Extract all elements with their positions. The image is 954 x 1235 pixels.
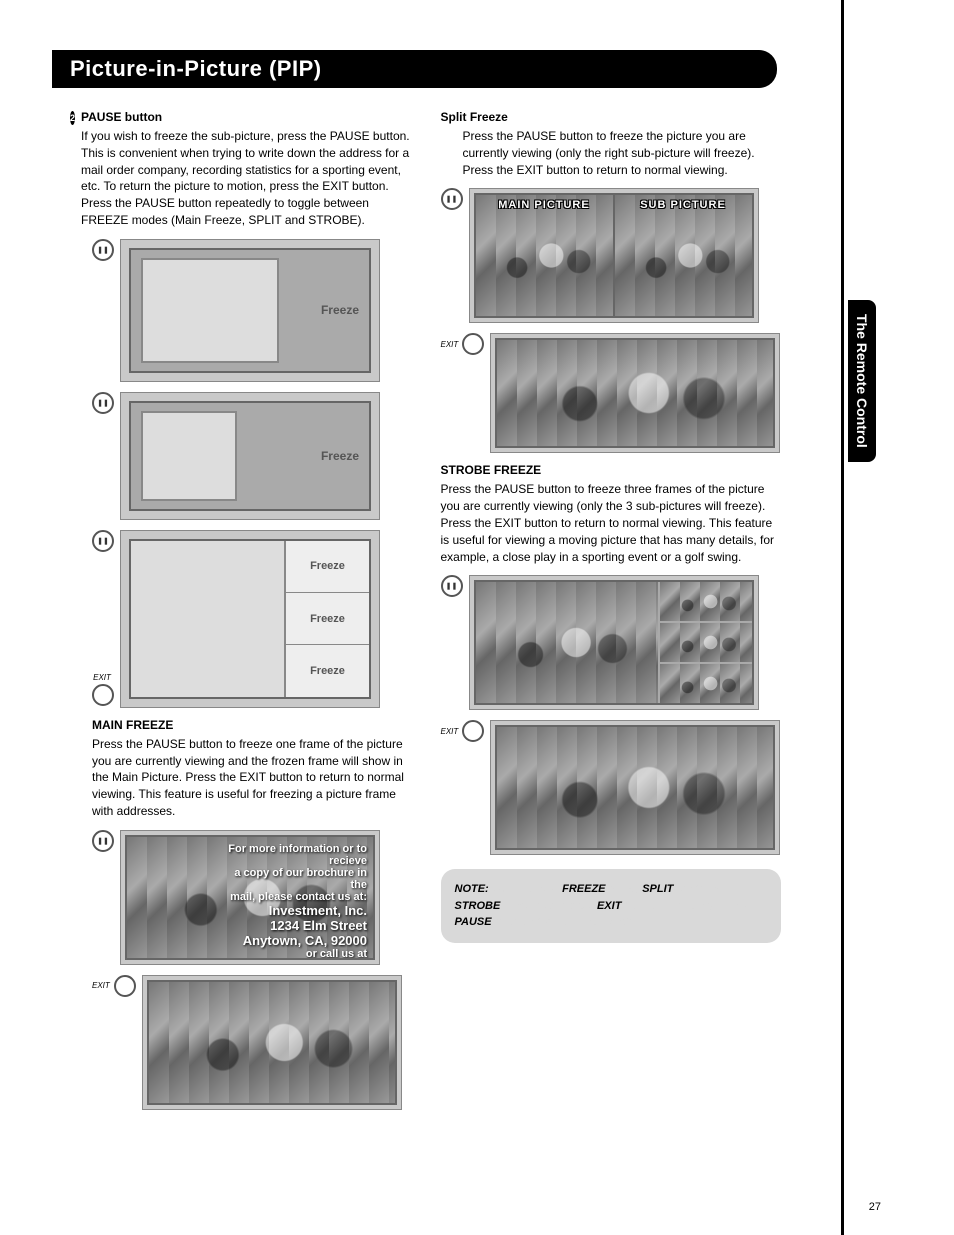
section-title-bar: Picture-in-Picture (PIP) (52, 50, 777, 88)
note-strobe: STROBE (455, 900, 501, 912)
pause-icon (441, 575, 463, 597)
freeze-label: Freeze (286, 645, 369, 696)
main-freeze-heading: MAIN FREEZE (92, 718, 173, 732)
pause-icon (92, 239, 114, 261)
right-column: Split Freeze Press the PAUSE button to f… (441, 110, 782, 1120)
vertical-thumb-tab: The Remote Control (848, 300, 876, 462)
ad-call: or call us at (219, 948, 367, 960)
pause-icon (92, 830, 114, 852)
pause-button-paragraph: If you wish to freeze the sub-picture, p… (81, 128, 410, 229)
exit-label: EXIT (93, 673, 111, 682)
tv-diagram-three-freeze: Freeze Freeze Freeze (120, 530, 380, 708)
note-pause: PAUSE (455, 916, 492, 928)
exit-icon (114, 975, 136, 997)
ad-line1: For more information or to recieve (219, 843, 367, 867)
freeze-label: Freeze (286, 593, 369, 645)
tv-strobe-exit (490, 720, 780, 855)
left-column: 2 PAUSE button If you wish to freeze the… (70, 110, 411, 1120)
strobe-freeze-heading: STROBE FREEZE (441, 463, 542, 477)
note-box: NOTE: When in Main FREEZE mode, SPLIT mo… (441, 869, 782, 943)
ad-line2: a copy of our brochure in the (219, 867, 367, 891)
note-freeze: FREEZE (562, 883, 605, 895)
ad-line3: mail, please contact us at: (219, 891, 367, 903)
note-label: NOTE: (455, 883, 489, 895)
pause-icon (92, 530, 114, 552)
tv-exit-frame (142, 975, 402, 1110)
tv-split-exit (490, 333, 780, 453)
tv-diagram-freeze-large: Freeze (120, 239, 380, 382)
freeze-label: Freeze (321, 449, 359, 463)
pause-icon (92, 392, 114, 414)
tv-diagram-freeze-half: Freeze (120, 392, 380, 520)
ad-city: Anytown, CA, 92000 (219, 933, 367, 948)
exit-icon (462, 720, 484, 742)
exit-icon (92, 684, 114, 706)
page-number: 27 (869, 1201, 881, 1213)
sub-picture-label: SUB PICTURE (615, 199, 752, 211)
pause-button-heading: PAUSE button (81, 110, 162, 124)
tv-strobe-pause (469, 575, 759, 710)
freeze-label: Freeze (321, 303, 359, 317)
ad-street: 1234 Elm Street (219, 918, 367, 933)
split-freeze-paragraph: Press the PAUSE button to freeze the pic… (463, 128, 782, 178)
strobe-freeze-paragraph: Press the PAUSE button to freeze three f… (441, 481, 782, 565)
note-exit: EXIT (597, 900, 621, 912)
page-content: Picture-in-Picture (PIP) 2 PAUSE button … (0, 0, 844, 1235)
split-freeze-heading: Split Freeze (441, 110, 508, 124)
freeze-label: Freeze (286, 541, 369, 593)
exit-icon (462, 333, 484, 355)
pause-icon (441, 188, 463, 210)
exit-label: EXIT (441, 340, 459, 349)
main-freeze-paragraph: Press the PAUSE button to freeze one fra… (92, 736, 411, 820)
tv-split-pause: MAIN PICTURE SUB PICTURE (469, 188, 759, 323)
note-split: SPLIT (642, 883, 673, 895)
exit-label: EXIT (441, 727, 459, 736)
exit-label: EXIT (92, 981, 110, 990)
step-number-badge: 2 (70, 111, 75, 125)
main-picture-label: MAIN PICTURE (476, 199, 613, 211)
ad-company: Investment, Inc. (219, 903, 367, 918)
tv-ad-frame: For more information or to recieve a cop… (120, 830, 380, 965)
